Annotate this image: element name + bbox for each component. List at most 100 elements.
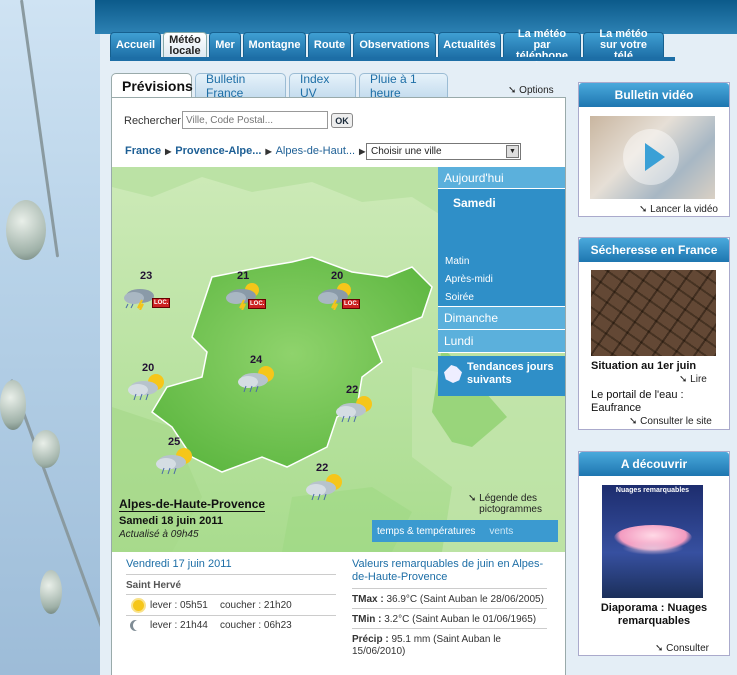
arrow-icon: ➘ (679, 374, 691, 385)
day-lundi[interactable]: Lundi (438, 330, 565, 353)
map-city[interactable]: 20 LOC. (314, 270, 370, 310)
drought-image[interactable] (591, 270, 716, 356)
eaufrance-text: Le portail de l'eau : Eaufrance (591, 389, 684, 414)
tmax-label: TMax : (352, 594, 384, 605)
divider (126, 574, 336, 575)
precip: Précip : 95.1 mm (Saint Auban le 15/06/2… (352, 634, 532, 658)
period-apres-midi[interactable]: Après-midi (445, 274, 493, 285)
records-title: Valeurs remarquables de juin en Alpes-de… (352, 558, 544, 583)
legend-link[interactable]: ➘ Légende des pictogrammes (468, 493, 567, 515)
chevron-right-icon: ▶ (165, 146, 172, 156)
thumb-title: Nuages remarquables (615, 487, 690, 494)
tab-meteo-telephone[interactable]: La météo par téléphone (503, 29, 581, 62)
divider (126, 615, 336, 616)
consult-link[interactable]: ➘ Consulter (655, 643, 709, 654)
layer-temps[interactable]: temps & températures (377, 526, 475, 537)
tab-observations[interactable]: Observations (353, 32, 436, 58)
tab-accueil[interactable]: Accueil (110, 32, 161, 58)
map-city[interactable]: 22 (330, 384, 386, 424)
loc-badge: LOC. (152, 298, 171, 308)
map-city[interactable]: 23 LOC. (120, 270, 176, 310)
background-photo (0, 0, 116, 675)
sun-cloud-rain-icon (336, 396, 372, 423)
tab-montagne[interactable]: Montagne (243, 32, 306, 58)
day-today-label: Aujourd'hui (444, 170, 504, 185)
video-box: Bulletin vidéo ➘ Lancer la vidéo (578, 82, 730, 217)
video-title: Bulletin vidéo (579, 83, 729, 107)
tab-meteo-tele[interactable]: La météo sur votre télé (583, 29, 664, 62)
layer-toggle[interactable]: temps & températures vents (372, 520, 558, 542)
map-city[interactable]: 20 (122, 362, 178, 402)
day-today[interactable]: Aujourd'hui (438, 167, 565, 189)
consult-label: Consulter (666, 643, 709, 654)
sunset: coucher : 21h20 (220, 600, 292, 611)
arrow-icon: ➘ (629, 416, 641, 427)
crumb-country[interactable]: France (125, 145, 161, 157)
read-label: Lire (690, 374, 707, 385)
map-city[interactable]: 25 (150, 436, 206, 476)
day-samedi[interactable]: Samedi (453, 196, 496, 210)
sun-cloud-rain-icon (128, 374, 164, 401)
search-input[interactable] (182, 111, 328, 129)
drought-title: Sécheresse en France (579, 238, 729, 262)
map-city[interactable]: 22 (300, 462, 356, 502)
divider (352, 608, 547, 609)
tab-mer[interactable]: Mer (209, 32, 241, 58)
tab-pluie-1h[interactable]: Pluie à 1 heure (359, 72, 448, 100)
discover-image[interactable]: Nuages remarquables (602, 485, 703, 598)
moonset: coucher : 06h23 (220, 620, 292, 631)
city-select-value: Choisir une ville (371, 146, 442, 157)
chevron-right-icon: ▶ (265, 146, 272, 156)
layer-vents[interactable]: vents (489, 526, 513, 537)
arrow-icon: ➘ (468, 493, 480, 504)
sun-icon (133, 600, 144, 611)
tab-route[interactable]: Route (308, 32, 351, 58)
breadcrumb: France ▶ Provence-Alpe... ▶ Alpes-de-Hau… (125, 145, 365, 157)
day-dimanche-label: Dimanche (444, 311, 499, 325)
consult-site-label: Consulter le site (640, 416, 712, 427)
period-matin[interactable]: Matin (445, 256, 469, 267)
map-city[interactable]: 21 LOC. (222, 270, 278, 310)
crumb-department[interactable]: Alpes-de-Haut... (276, 145, 355, 157)
crumb-region[interactable]: Provence-Alpe... (175, 145, 261, 157)
trends-label: Tendances jours suivants (467, 361, 554, 386)
main-nav: Accueil Météo locale Mer Montagne Route … (110, 29, 664, 62)
sunrise: lever : 05h51 (150, 600, 208, 611)
discover-title: A découvrir (579, 452, 729, 476)
sun-cloud-rain-icon (238, 366, 274, 393)
tab-meteo-locale[interactable]: Météo locale (163, 32, 207, 58)
drought-box: Sécheresse en France Situation au 1er ju… (578, 237, 730, 430)
ok-button[interactable]: OK (331, 113, 353, 128)
divider (352, 588, 547, 589)
arrow-icon: ➘ (639, 204, 651, 215)
tab-actualites[interactable]: Actualités (438, 32, 501, 58)
period-soiree[interactable]: Soirée (445, 292, 474, 303)
options-link[interactable]: ➘ Options (508, 85, 554, 96)
saint-of-day: Saint Hervé (126, 580, 182, 591)
search-label: Rechercher (124, 115, 181, 127)
tab-bulletin-france[interactable]: Bulletin France (195, 72, 286, 100)
video-link[interactable]: ➘ Lancer la vidéo (639, 204, 718, 215)
updated-time: Actualisé à 09h45 (119, 529, 199, 540)
tab-index-uv[interactable]: Index UV (289, 72, 356, 100)
tab-previsions[interactable]: Prévisions (111, 73, 193, 98)
tmin: TMin : 3.2°C (Saint Auban le 01/06/1965) (352, 614, 536, 625)
arrow-icon: ➘ (508, 85, 520, 96)
divider (126, 594, 336, 595)
sun-cloud-rain-icon (156, 448, 192, 475)
day-dimanche[interactable]: Dimanche (438, 307, 565, 330)
precip-label: Précip : (352, 634, 389, 645)
region-name: Alpes-de-Haute-Provence (119, 497, 266, 512)
map-city[interactable]: 24 (232, 354, 288, 394)
france-icon (444, 365, 462, 383)
city-select[interactable]: Choisir une ville ▼ (366, 143, 521, 160)
discover-box: A découvrir Nuages remarquables Diaporam… (578, 451, 730, 656)
video-thumbnail[interactable] (590, 116, 715, 199)
consult-site-link[interactable]: ➘ Consulter le site (629, 416, 712, 427)
read-link[interactable]: ➘ Lire (679, 374, 707, 385)
city-temp: 23 (140, 270, 153, 282)
tmin-label: TMin : (352, 614, 382, 625)
sun-cloud-rain-icon (306, 474, 342, 501)
day-menu: Aujourd'hui Samedi Matin Après-midi Soir… (438, 167, 565, 396)
trends-link[interactable]: Tendances jours suivants (438, 356, 565, 396)
